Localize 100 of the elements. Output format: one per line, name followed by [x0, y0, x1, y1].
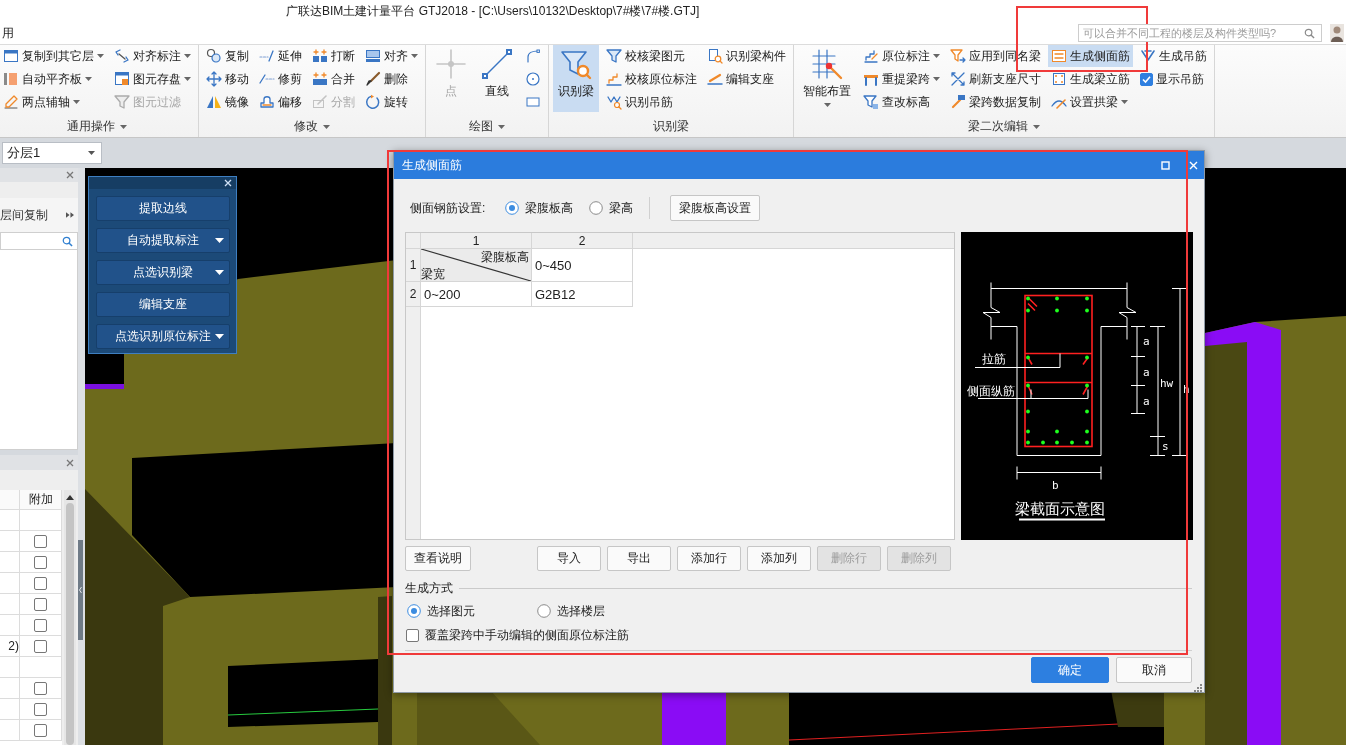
- tool-button[interactable]: 镜像: [203, 91, 252, 113]
- group-label[interactable]: 通用操作: [67, 118, 115, 135]
- checkbox[interactable]: [34, 681, 47, 695]
- radio-icon[interactable]: [505, 201, 520, 215]
- table-button[interactable]: 导出: [607, 546, 671, 571]
- toolbar-button[interactable]: 编辑支座: [95, 292, 230, 317]
- tool-button[interactable]: 偏移: [256, 91, 305, 113]
- tool-button[interactable]: 识别梁构件: [704, 45, 789, 67]
- toolbar-button[interactable]: 提取边线: [95, 196, 230, 221]
- tool-button[interactable]: 删除: [362, 68, 421, 90]
- table-button[interactable]: 添加列: [747, 546, 811, 571]
- tool-button[interactable]: 两点辅轴: [0, 91, 107, 113]
- dotted-frame-icon: [1051, 71, 1067, 87]
- tool-button[interactable]: 对齐标注: [111, 45, 194, 67]
- tool-button[interactable]: 对齐: [362, 45, 421, 67]
- radio-icon[interactable]: [589, 201, 604, 215]
- tool-button[interactable]: 生成吊筋: [1137, 45, 1210, 67]
- toolbar-button[interactable]: 点选识别原位标注: [95, 324, 230, 349]
- tool-button[interactable]: 查改标高: [860, 91, 943, 113]
- tool-button[interactable]: 修剪: [256, 68, 305, 90]
- radio-icon[interactable]: [537, 604, 551, 618]
- rotate-icon: [365, 94, 381, 110]
- rebar-dot: [1026, 296, 1030, 301]
- group-label: 识别梁: [653, 118, 689, 135]
- search-field[interactable]: [0, 232, 78, 250]
- tool-button[interactable]: 旋转: [362, 91, 421, 113]
- help-button[interactable]: 查看说明: [405, 546, 471, 571]
- tool-button[interactable]: 生成侧面筋: [1048, 45, 1133, 67]
- floor-dropdown[interactable]: 分层1: [2, 142, 102, 164]
- scrollbar-thumb[interactable]: [66, 503, 74, 745]
- tool-button[interactable]: 重提梁跨: [860, 68, 943, 90]
- tool-button[interactable]: 应用到同名梁: [947, 45, 1044, 67]
- tool-button[interactable]: 编辑支座: [704, 68, 789, 90]
- toolbar-button[interactable]: 自动提取标注: [95, 228, 230, 253]
- radio-icon[interactable]: [407, 604, 421, 618]
- tool-button[interactable]: 生成梁立筋: [1048, 68, 1133, 90]
- search-field[interactable]: 可以合并不同工程的楼层及构件类型吗?: [1078, 24, 1322, 42]
- stairs-icon: [606, 71, 622, 87]
- rebar-dot: [1026, 409, 1030, 414]
- radio-option[interactable]: 选择图元: [407, 602, 475, 620]
- group-label[interactable]: 修改: [294, 118, 318, 135]
- tool-button[interactable]: 复制: [203, 45, 252, 67]
- radio-option[interactable]: 梁高: [589, 199, 634, 217]
- tool-button[interactable]: 直线: [476, 45, 518, 112]
- tool-button[interactable]: 自动平齐板: [0, 68, 107, 90]
- move-arrows-icon: [206, 71, 222, 87]
- tool-button[interactable]: 原位标注: [860, 45, 943, 67]
- resize-grip-icon[interactable]: [1194, 684, 1202, 692]
- splitter-handle[interactable]: [78, 540, 83, 640]
- checkbox[interactable]: [406, 628, 419, 642]
- tool-button[interactable]: 复制到其它层: [0, 45, 107, 67]
- checkbox[interactable]: [34, 702, 47, 716]
- chevron-icon[interactable]: [66, 212, 74, 218]
- column-header: 1: [421, 233, 532, 249]
- maximize-icon[interactable]: [1161, 160, 1170, 170]
- tool-button[interactable]: 合并: [309, 68, 358, 90]
- rebar-dot: [1026, 440, 1030, 445]
- checkbox[interactable]: [34, 618, 47, 632]
- checkbox[interactable]: [34, 534, 47, 548]
- diagram-caption: 梁截面示意图: [1015, 499, 1105, 517]
- checkbox[interactable]: [34, 576, 47, 590]
- table-button[interactable]: 导入: [537, 546, 601, 571]
- menu-tab[interactable]: 用: [0, 24, 16, 42]
- group-label[interactable]: 梁二次编辑: [968, 118, 1028, 135]
- tool-button[interactable]: 设置拱梁: [1048, 91, 1133, 113]
- tool-button[interactable]: 校核梁图元: [603, 45, 700, 67]
- scrollbar-track[interactable]: [64, 490, 76, 745]
- tool-button[interactable]: 刷新支座尺寸: [947, 68, 1044, 90]
- checkbox[interactable]: [34, 639, 47, 653]
- tool-button[interactable]: 校核原位标注: [603, 68, 700, 90]
- checkbox-option[interactable]: 显示吊筋: [1137, 68, 1210, 90]
- avatar-icon[interactable]: [1330, 24, 1344, 42]
- radio-option[interactable]: 选择楼层: [537, 602, 605, 620]
- tool-button[interactable]: 移动: [203, 68, 252, 90]
- tool-button[interactable]: 梁跨数据复制: [947, 91, 1044, 113]
- tool-button[interactable]: 打断: [309, 45, 358, 67]
- tool-button[interactable]: 识别吊筋: [603, 91, 700, 113]
- rebar-dot: [1085, 409, 1089, 414]
- checkbox-option[interactable]: 覆盖梁跨中手动编辑的侧面原位标注筋: [405, 627, 629, 643]
- checkbox[interactable]: [1140, 72, 1153, 86]
- ok-button[interactable]: 确定: [1031, 657, 1109, 683]
- toolbar-button[interactable]: 点选识别梁: [95, 260, 230, 285]
- tool-button[interactable]: 智能布置: [798, 45, 856, 112]
- striped-frame-icon: [1051, 48, 1067, 64]
- tool-button[interactable]: 识别梁: [553, 45, 599, 112]
- rebar-dot: [1085, 308, 1089, 313]
- polyline-icon: [525, 48, 541, 64]
- scroll-up-icon[interactable]: [66, 495, 74, 500]
- checkbox[interactable]: [34, 555, 47, 569]
- line-icon: [481, 48, 513, 80]
- checkbox[interactable]: [34, 597, 47, 611]
- tool-button[interactable]: 图元存盘: [111, 68, 194, 90]
- tool-button[interactable]: 延伸: [256, 45, 305, 67]
- group-label[interactable]: 绘图: [469, 118, 493, 135]
- radio-option[interactable]: 梁腹板高: [505, 199, 574, 217]
- table-cell[interactable]: 梁腹板高 梁宽: [421, 249, 532, 282]
- cancel-button[interactable]: 取消: [1116, 657, 1192, 683]
- checkbox[interactable]: [34, 723, 47, 737]
- settings-button[interactable]: 梁腹板高设置: [670, 195, 761, 221]
- table-button[interactable]: 添加行: [677, 546, 741, 571]
